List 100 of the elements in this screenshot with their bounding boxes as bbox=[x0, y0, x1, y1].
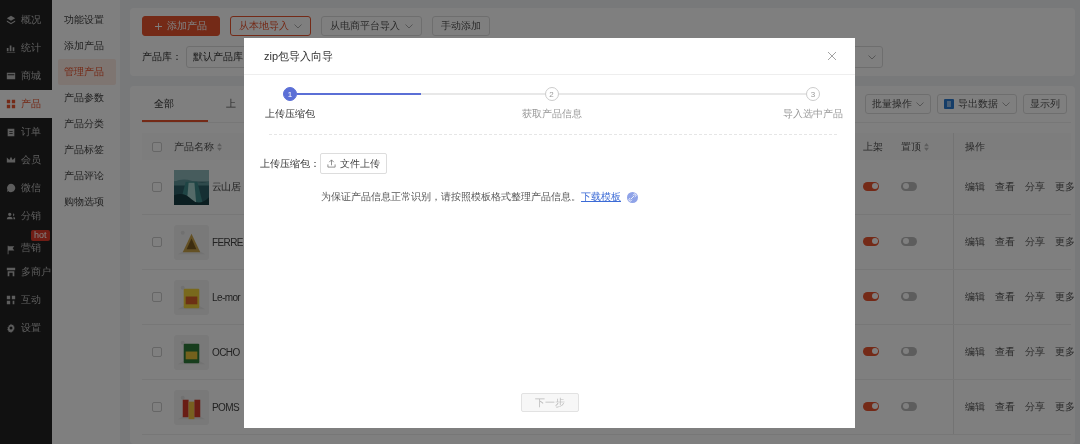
file-upload-button[interactable]: 文件上传 bbox=[320, 153, 387, 174]
row-action-link[interactable]: 查看 bbox=[995, 400, 1015, 414]
clipboard-icon bbox=[6, 127, 16, 137]
row-action-link[interactable]: 编辑 bbox=[965, 180, 985, 194]
product-name: POMS bbox=[212, 401, 240, 413]
checkbox[interactable] bbox=[152, 237, 162, 247]
checkbox[interactable] bbox=[152, 182, 162, 192]
row-action-link[interactable]: 分享 bbox=[1025, 235, 1045, 249]
row-action-link[interactable]: 更多 bbox=[1055, 180, 1075, 194]
toolbar-button[interactable]: 从本地导入 bbox=[230, 16, 311, 36]
action-button[interactable]: 导出数据 bbox=[937, 94, 1017, 114]
step-label: 导入选中产品 bbox=[783, 107, 843, 121]
sidebar-item[interactable]: 会员 bbox=[0, 146, 52, 174]
pin-toggle[interactable] bbox=[901, 236, 917, 246]
chevron-icon bbox=[294, 23, 302, 29]
subnav-item[interactable]: 产品标签 bbox=[52, 137, 116, 163]
row-action-link[interactable]: 更多 bbox=[1055, 235, 1075, 249]
row-action-link[interactable]: 编辑 bbox=[965, 345, 985, 359]
row-action-link[interactable]: 更多 bbox=[1055, 400, 1075, 414]
subnav-item[interactable]: 管理产品 bbox=[58, 59, 116, 85]
checkbox[interactable] bbox=[152, 402, 162, 412]
product-name: 云山居 bbox=[212, 180, 241, 194]
settings-icon bbox=[6, 323, 16, 333]
row-action-link[interactable]: 更多 bbox=[1055, 345, 1075, 359]
step-label: 上传压缩包 bbox=[265, 107, 315, 121]
product-name: FERRE bbox=[212, 236, 243, 248]
grid-icon bbox=[6, 99, 16, 109]
column-header: 操作 bbox=[953, 133, 1071, 160]
row-action-link[interactable]: 查看 bbox=[995, 290, 1015, 304]
action-button[interactable]: 批量操作 bbox=[865, 94, 931, 114]
subnav-item[interactable]: 购物选项 bbox=[52, 189, 116, 215]
row-action-link[interactable]: 查看 bbox=[995, 235, 1015, 249]
sidebar-item[interactable]: 微信 bbox=[0, 174, 52, 202]
pin-toggle[interactable] bbox=[901, 401, 917, 411]
row-action-link[interactable]: 分享 bbox=[1025, 180, 1045, 194]
row-action-link[interactable]: 分享 bbox=[1025, 290, 1045, 304]
pin-toggle[interactable] bbox=[901, 181, 917, 191]
store-icon bbox=[6, 71, 16, 81]
chevron-icon bbox=[405, 23, 413, 29]
step-label: 获取产品信息 bbox=[521, 107, 582, 121]
step-number: 3 bbox=[806, 87, 820, 101]
bar-chart-icon bbox=[6, 43, 16, 53]
toolbar-button[interactable]: 从电商平台导入 bbox=[321, 16, 422, 36]
toolbar-button[interactable]: 手动添加 bbox=[432, 16, 490, 36]
pin-toggle[interactable] bbox=[901, 346, 917, 356]
action-button[interactable]: 显示列 bbox=[1023, 94, 1067, 114]
listed-toggle[interactable] bbox=[863, 346, 879, 356]
layers-icon bbox=[6, 15, 16, 25]
users-icon bbox=[6, 211, 16, 221]
product-name: OCHO bbox=[212, 346, 240, 358]
row-action-link[interactable]: 查看 bbox=[995, 180, 1015, 194]
plus-icon bbox=[155, 22, 162, 30]
product-name: Le-mor bbox=[212, 291, 241, 303]
sidebar-item[interactable]: 统计 bbox=[0, 34, 52, 62]
row-action-link[interactable]: 查看 bbox=[995, 345, 1015, 359]
sidebar-item[interactable]: 产品 bbox=[0, 90, 52, 118]
close-icon[interactable] bbox=[827, 51, 837, 61]
sidebar-item[interactable]: 概况 bbox=[0, 6, 52, 34]
row-action-link[interactable]: 分享 bbox=[1025, 400, 1045, 414]
spreadsheet-icon bbox=[944, 99, 954, 109]
sidebar-item[interactable]: 商城 bbox=[0, 62, 52, 90]
listed-toggle[interactable] bbox=[863, 401, 879, 411]
apps-icon bbox=[6, 295, 16, 305]
row-action-link[interactable]: 更多 bbox=[1055, 290, 1075, 304]
step-number: 1 bbox=[283, 87, 297, 101]
listed-toggle[interactable] bbox=[863, 291, 879, 301]
download-template-link[interactable]: 下载模板 bbox=[581, 191, 621, 202]
crown-icon bbox=[6, 155, 16, 165]
checkbox[interactable] bbox=[152, 292, 162, 302]
upload-icon bbox=[327, 159, 336, 168]
chevron-icon bbox=[868, 54, 876, 60]
row-action-link[interactable]: 分享 bbox=[1025, 345, 1045, 359]
flag-icon bbox=[6, 245, 16, 255]
chat-icon bbox=[6, 183, 16, 193]
toolbar-button[interactable]: 添加产品 bbox=[142, 16, 220, 36]
dialog-title: zip包导入向导 bbox=[264, 48, 334, 64]
sidebar-item[interactable]: 互动 bbox=[0, 286, 52, 314]
subnav-item[interactable]: 添加产品 bbox=[52, 33, 116, 59]
checkbox[interactable] bbox=[152, 347, 162, 357]
hint-text: 为保证产品信息正常识别，请按照模板格式整理产品信息。下载模板 bbox=[321, 190, 621, 204]
sidebar-item[interactable]: 多商户 bbox=[0, 258, 52, 286]
chevron-icon bbox=[1002, 101, 1010, 107]
hot-badge: hot bbox=[31, 230, 50, 241]
subnav-item[interactable]: 功能设置 bbox=[52, 7, 116, 33]
filter-label: 产品库： bbox=[142, 50, 182, 64]
subnav-item[interactable]: 产品参数 bbox=[52, 85, 116, 111]
subnav-item[interactable]: 产品分类 bbox=[52, 111, 116, 137]
row-action-link[interactable]: 编辑 bbox=[965, 235, 985, 249]
shop-icon bbox=[6, 267, 16, 277]
row-action-link[interactable]: 编辑 bbox=[965, 400, 985, 414]
chevron-icon bbox=[916, 101, 924, 107]
checkbox[interactable] bbox=[152, 141, 162, 152]
listed-toggle[interactable] bbox=[863, 181, 879, 191]
subnav-item[interactable]: 产品评论 bbox=[52, 163, 116, 189]
listed-toggle[interactable] bbox=[863, 236, 879, 246]
step-number: 2 bbox=[544, 87, 559, 101]
column-header[interactable]: 置顶 bbox=[901, 133, 953, 160]
pin-toggle[interactable] bbox=[901, 291, 917, 301]
row-action-link[interactable]: 编辑 bbox=[965, 290, 985, 304]
link-icon[interactable] bbox=[627, 191, 638, 203]
